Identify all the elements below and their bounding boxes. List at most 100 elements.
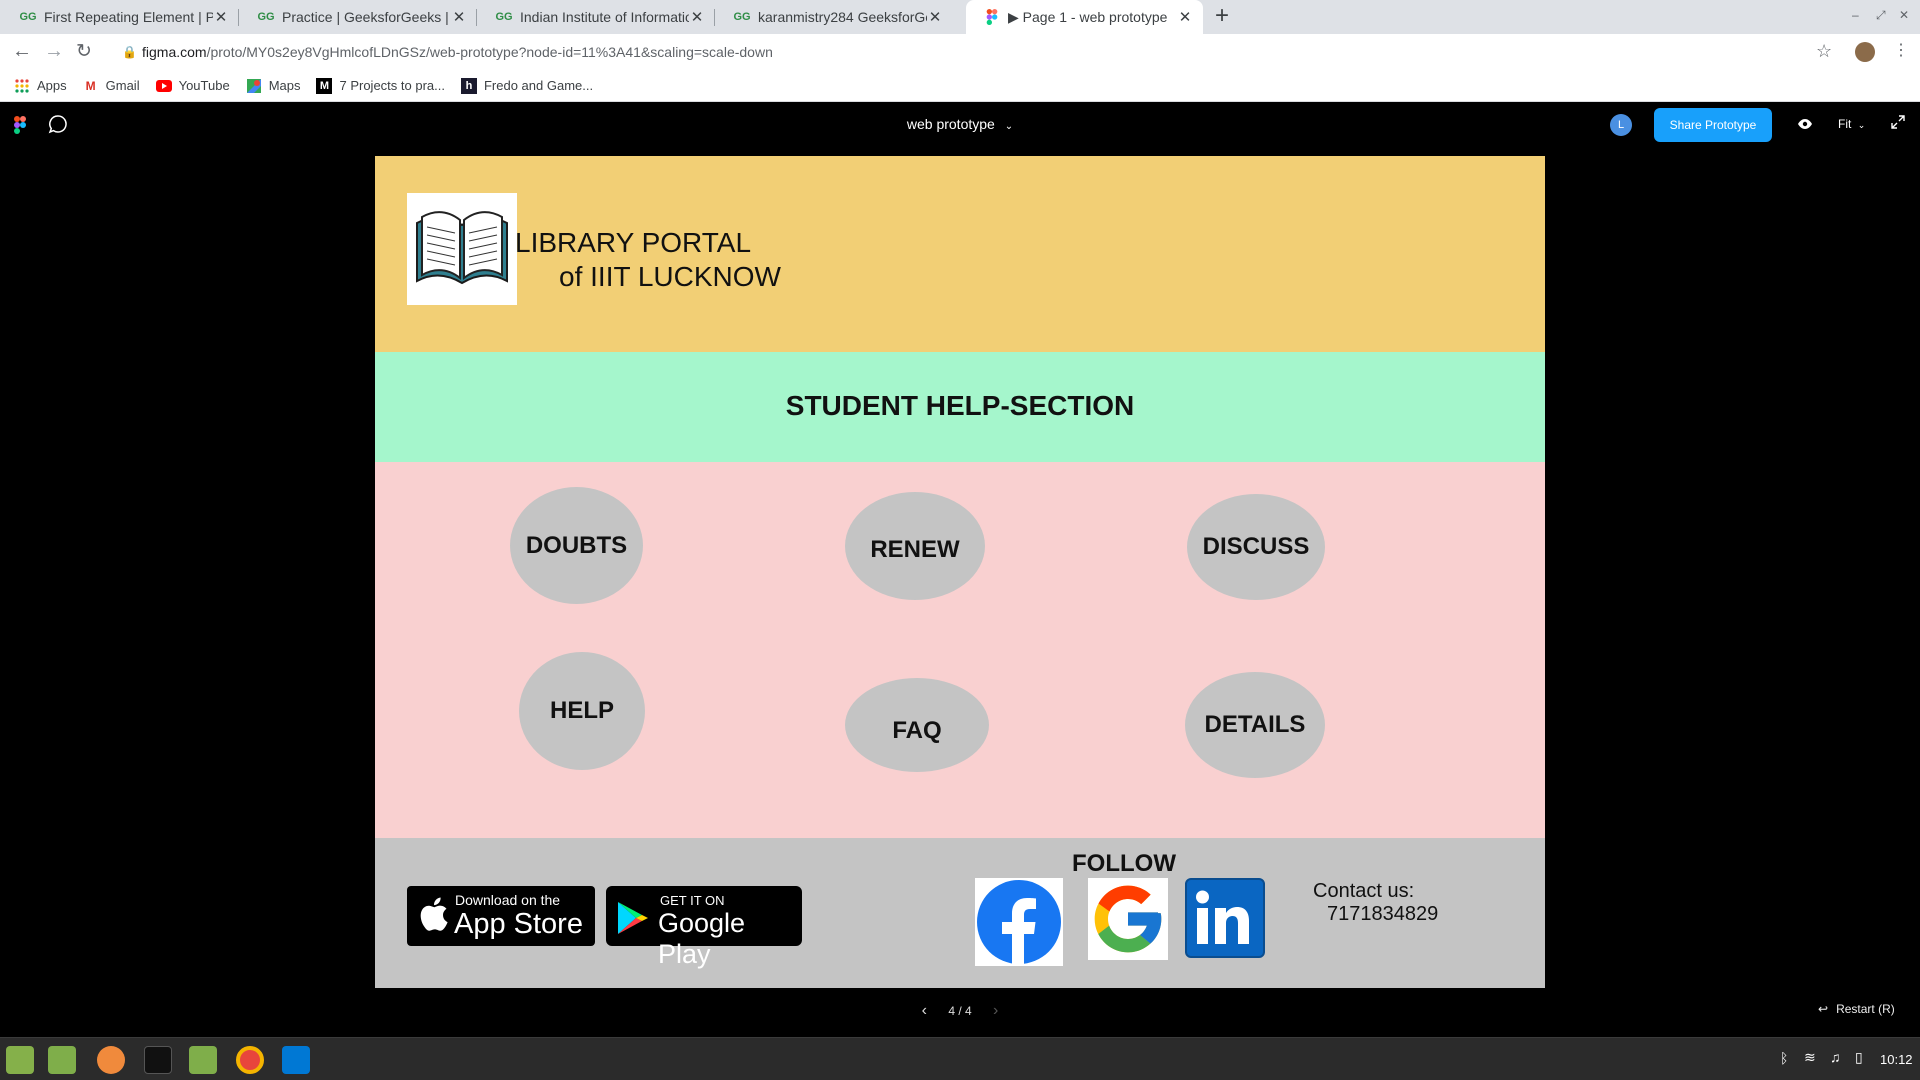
follow-heading: FOLLOW xyxy=(1072,850,1176,877)
tab-first-repeating-element[interactable]: GG First Repeating Element | Prac ✕ xyxy=(2,0,239,34)
button-label: RENEW xyxy=(870,536,960,563)
bookmark-label: YouTube xyxy=(178,78,230,93)
zoom-dropdown[interactable]: Fit ⌄ xyxy=(1838,117,1865,131)
appstore-big-text: App Store xyxy=(454,908,583,940)
bookmark-gmail[interactable]: M Gmail xyxy=(83,78,140,94)
tab-title: Indian Institute of Information xyxy=(520,9,689,25)
button-label: DISCUSS xyxy=(1202,533,1310,560)
terminal-icon[interactable] xyxy=(144,1046,172,1074)
close-icon[interactable]: ✕ xyxy=(689,8,705,26)
battery-icon[interactable]: ▯ xyxy=(1855,1049,1863,1066)
folder-icon[interactable] xyxy=(189,1046,217,1074)
apps-grid-icon xyxy=(14,78,30,94)
prototype-title-dropdown[interactable]: web prototype ⌄ xyxy=(0,116,1920,132)
help-menu: DOUBTS RENEW DISCUSS HELP FAQ DETAILS xyxy=(375,462,1545,838)
back-icon[interactable]: ← xyxy=(12,40,32,63)
help-section-band: STUDENT HELP-SECTION xyxy=(375,352,1545,462)
firefox-icon[interactable] xyxy=(97,1046,125,1074)
file-manager-icon[interactable] xyxy=(48,1046,76,1074)
lock-icon: 🔒 xyxy=(122,45,137,59)
tab-indian-institute[interactable]: GG Indian Institute of Information ✕ xyxy=(478,0,715,34)
close-window-icon[interactable]: ✕ xyxy=(1899,8,1909,22)
site-footer: Download on the App Store GET IT ON Goog… xyxy=(375,838,1545,988)
bookmarks-bar: Apps M Gmail YouTube Maps M 7 Projects t… xyxy=(0,70,1920,102)
menu-kebab-icon[interactable]: ⋮ xyxy=(1893,40,1909,60)
details-button[interactable]: DETAILS xyxy=(1185,672,1325,778)
prev-frame-icon[interactable]: ‹ xyxy=(922,1002,927,1019)
vscode-icon[interactable] xyxy=(282,1046,310,1074)
doubts-button[interactable]: DOUBTS xyxy=(510,487,643,604)
appstore-small-text: Download on the xyxy=(455,892,561,908)
tab-karanmistry[interactable]: GG karanmistry284 GeeksforGeek ✕ xyxy=(716,0,953,34)
button-label: DOUBTS xyxy=(525,531,628,559)
book-logo xyxy=(407,193,517,305)
app-store-badge[interactable]: Download on the App Store xyxy=(407,886,595,946)
bookmark-7-projects[interactable]: M 7 Projects to pra... xyxy=(316,77,445,94)
google-play-icon xyxy=(618,902,648,939)
bookmark-youtube[interactable]: YouTube xyxy=(155,78,230,94)
minimize-icon[interactable]: – xyxy=(1852,8,1859,22)
bookmark-star-icon[interactable]: ☆ xyxy=(1816,41,1832,62)
prototype-pager: ‹ 4 / 4 › xyxy=(0,1002,1920,1020)
next-frame-icon[interactable]: › xyxy=(993,1002,998,1019)
share-prototype-button[interactable]: Share Prototype xyxy=(1654,108,1772,142)
title-line-1: LIBRARY PORTAL xyxy=(515,227,752,258)
bookmark-label: Gmail xyxy=(105,78,140,93)
google-play-badge[interactable]: GET IT ON Google Play xyxy=(606,886,802,969)
chevron-down-icon: ⌄ xyxy=(1857,120,1866,130)
site-header: LIBRARY PORTAL of IIIT LUCKNOW xyxy=(375,156,1545,352)
button-label: HELP xyxy=(549,697,614,724)
gfg-icon: GG xyxy=(733,11,751,23)
portal-title: LIBRARY PORTAL of IIIT LUCKNOW xyxy=(515,226,781,294)
contact-number: 7171834829 xyxy=(1327,903,1439,925)
button-label: FAQ xyxy=(892,717,942,744)
close-icon[interactable]: ✕ xyxy=(213,8,229,26)
gplay-small-text: GET IT ON xyxy=(660,893,725,908)
tab-web-prototype[interactable]: ▶ Page 1 - web prototype ✕ xyxy=(966,0,1203,34)
apple-icon xyxy=(419,896,449,937)
forward-icon[interactable]: → xyxy=(44,40,64,63)
page-counter: 4 / 4 xyxy=(948,1004,972,1018)
title-line-2: of IIIT LUCKNOW xyxy=(559,261,781,292)
hashnode-icon: h xyxy=(460,77,477,94)
chevron-down-icon: ⌄ xyxy=(1004,121,1014,132)
facebook-icon[interactable] xyxy=(975,878,1063,966)
zoom-label: Fit xyxy=(1838,117,1852,131)
renew-button[interactable]: RENEW xyxy=(845,492,985,600)
contact-info: Contact us: 7171834829 xyxy=(1313,880,1438,926)
bluetooth-icon[interactable]: ᛒ xyxy=(1780,1050,1788,1066)
tab-title: ▶ Page 1 - web prototype xyxy=(1008,8,1168,25)
eye-icon[interactable] xyxy=(1797,117,1813,135)
linkedin-icon[interactable] xyxy=(1185,878,1265,958)
sound-icon[interactable]: ♫ xyxy=(1830,1049,1841,1065)
prototype-frame: LIBRARY PORTAL of IIIT LUCKNOW STUDENT H… xyxy=(375,156,1545,988)
faq-button[interactable]: FAQ xyxy=(845,678,989,772)
bookmark-apps[interactable]: Apps xyxy=(14,78,67,94)
contact-label: Contact us: xyxy=(1313,880,1415,902)
url-host: figma.com xyxy=(142,44,207,60)
restart-button[interactable]: ↩ Restart (R) xyxy=(1818,1002,1895,1016)
help-button[interactable]: HELP xyxy=(519,652,645,770)
close-icon[interactable]: ✕ xyxy=(927,8,943,26)
clock[interactable]: 10:12 xyxy=(1880,1052,1913,1067)
new-tab-icon[interactable]: + xyxy=(1215,2,1229,30)
restore-icon[interactable]: ⤢ xyxy=(1876,8,1886,23)
tab-practice[interactable]: GG Practice | GeeksforGeeks | A c ✕ xyxy=(240,0,477,34)
help-section-title: STUDENT HELP-SECTION xyxy=(785,390,1135,421)
bookmark-fredo[interactable]: h Fredo and Game... xyxy=(460,77,594,94)
bookmark-maps[interactable]: Maps xyxy=(246,78,300,94)
wifi-icon[interactable]: ≋ xyxy=(1804,1049,1816,1066)
close-icon[interactable]: ✕ xyxy=(451,8,467,26)
close-icon[interactable]: ✕ xyxy=(1177,8,1193,26)
fullscreen-icon[interactable] xyxy=(1891,115,1905,134)
profile-avatar[interactable] xyxy=(1855,42,1875,62)
address-bar[interactable]: 🔒 figma.com/proto/MY0s2ey8VgHmlcofLDnGSz… xyxy=(110,36,1830,68)
user-avatar[interactable]: L xyxy=(1610,114,1632,136)
chrome-icon[interactable] xyxy=(236,1046,264,1074)
google-icon[interactable] xyxy=(1088,878,1168,960)
gfg-icon: GG xyxy=(495,11,513,23)
mint-menu-icon[interactable] xyxy=(6,1046,34,1074)
bookmark-label: Fredo and Game... xyxy=(483,78,594,93)
reload-icon[interactable]: ↻ xyxy=(76,40,92,63)
discuss-button[interactable]: DISCUSS xyxy=(1187,494,1325,600)
